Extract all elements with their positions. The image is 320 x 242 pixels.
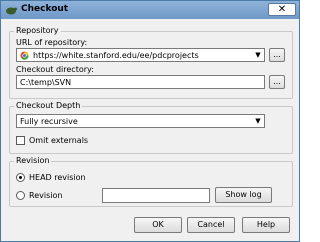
url-value: https://white.stanford.edu/ee/pdcproject…	[33, 51, 199, 60]
checkout-directory-value: C:\temp\SVN	[20, 78, 72, 87]
revision-label[interactable]: Revision	[29, 191, 62, 200]
url-combo[interactable]: https://white.stanford.edu/ee/pdcproject…	[16, 48, 265, 62]
checkout-depth-group-label: Checkout Depth	[14, 101, 83, 110]
url-label: URL of repository:	[16, 38, 88, 47]
cancel-button[interactable]: Cancel	[187, 217, 235, 233]
revision-radio[interactable]	[16, 191, 25, 200]
depth-combo[interactable]: Fully recursive ▼	[16, 114, 265, 128]
checkout-directory-input[interactable]: C:\temp\SVN	[16, 75, 265, 89]
show-log-button[interactable]: Show log	[215, 187, 272, 203]
dropdown-arrow-icon[interactable]: ▼	[252, 115, 264, 127]
close-button[interactable]: ✕	[268, 3, 296, 16]
repository-group-label: Repository	[14, 26, 61, 35]
checkout-directory-label: Checkout directory:	[16, 65, 94, 74]
omit-externals-checkbox[interactable]	[16, 136, 25, 145]
close-icon: ✕	[277, 4, 287, 15]
ok-button[interactable]: OK	[134, 217, 182, 233]
browse-url-button[interactable]: ...	[269, 48, 285, 62]
globe-icon	[20, 51, 29, 60]
checkout-dialog: Checkout ✕ Repository URL of repository:…	[0, 0, 300, 242]
browse-directory-button[interactable]: ...	[269, 75, 285, 89]
title-bar[interactable]: Checkout ✕	[1, 1, 299, 19]
omit-externals-label[interactable]: Omit externals	[29, 136, 88, 145]
head-revision-radio[interactable]	[16, 173, 25, 182]
depth-value: Fully recursive	[20, 117, 78, 126]
revision-group-label: Revision	[14, 156, 52, 165]
revision-input[interactable]	[102, 188, 210, 203]
tortoise-icon	[6, 7, 17, 15]
dropdown-arrow-icon[interactable]: ▼	[252, 49, 264, 61]
help-button[interactable]: Help	[242, 217, 290, 233]
head-revision-label[interactable]: HEAD revision	[29, 173, 86, 182]
window-title: Checkout	[21, 4, 69, 14]
